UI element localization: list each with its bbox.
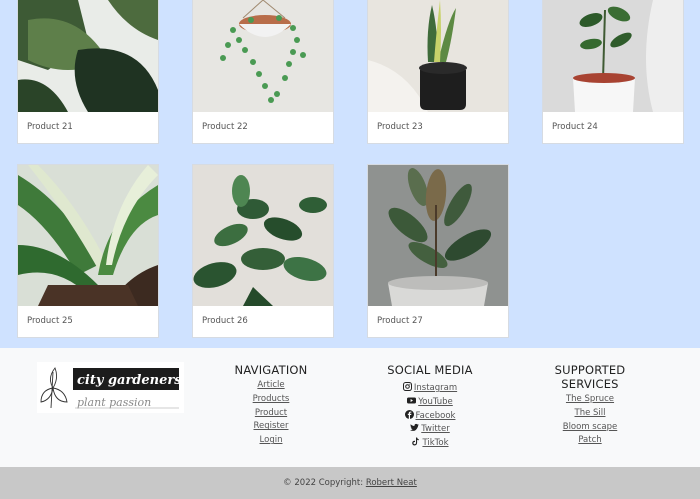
- brand-logo[interactable]: city gardeners plant passion: [37, 362, 184, 413]
- product-card[interactable]: Product 24: [542, 0, 684, 144]
- nav-link-register[interactable]: Register: [216, 420, 326, 434]
- facebook-icon: [404, 409, 414, 419]
- product-image-ficus[interactable]: [193, 165, 333, 306]
- logo-title: city gardeners: [77, 373, 182, 388]
- product-image-rubber-plant[interactable]: [368, 165, 508, 306]
- product-image-string-of-pearls[interactable]: [193, 0, 333, 112]
- product-label[interactable]: Product 26: [193, 306, 333, 337]
- twitter-icon: [410, 423, 420, 432]
- nav-link-product[interactable]: Product: [216, 407, 326, 421]
- service-link-bloomscape[interactable]: Bloom scape: [525, 421, 655, 435]
- product-card[interactable]: Product 27: [367, 164, 509, 338]
- navigation-column: NAVIGATION Article Products Product Regi…: [216, 363, 326, 448]
- copyright-bar: © 2022 Copyright: Robert Neat: [0, 467, 700, 499]
- social-link-facebook[interactable]: Facebook: [380, 409, 480, 424]
- product-label[interactable]: Product 21: [18, 112, 158, 143]
- youtube-icon: [407, 396, 417, 405]
- social-media-column: SOCIAL MEDIA Instagram YouTube Facebook …: [380, 363, 480, 451]
- nav-link-products[interactable]: Products: [216, 393, 326, 407]
- product-image-rubber-sapling[interactable]: [543, 0, 683, 112]
- product-card[interactable]: Product 21: [17, 0, 159, 144]
- author-link[interactable]: Robert Neat: [366, 478, 417, 488]
- twitter-label: Twitter: [421, 424, 450, 435]
- instagram-label: Instagram: [413, 383, 458, 393]
- social-media-heading: SOCIAL MEDIA: [387, 363, 473, 377]
- tiktok-label: TikTok: [422, 438, 449, 449]
- product-card[interactable]: Product 26: [192, 164, 334, 338]
- nav-link-article[interactable]: Article: [216, 379, 326, 393]
- nav-link-login[interactable]: Login: [216, 434, 326, 448]
- supported-services-heading: SUPPORTED SERVICES: [554, 363, 626, 391]
- facebook-label: Facebook: [415, 410, 456, 421]
- logo-tagline: plant passion: [77, 396, 151, 409]
- product-label[interactable]: Product 22: [193, 112, 333, 143]
- social-link-instagram[interactable]: Instagram: [380, 382, 480, 396]
- product-card[interactable]: Product 25: [17, 164, 159, 338]
- product-card[interactable]: Product 23: [367, 0, 509, 144]
- product-label[interactable]: Product 25: [18, 306, 158, 337]
- product-label[interactable]: Product 23: [368, 112, 508, 143]
- product-label[interactable]: Product 27: [368, 306, 508, 337]
- social-link-tiktok[interactable]: TikTok: [380, 437, 480, 451]
- service-link-the-spruce[interactable]: The Spruce: [525, 393, 655, 407]
- product-image-dracaena[interactable]: [18, 165, 158, 306]
- product-image-monstera[interactable]: [18, 0, 158, 112]
- youtube-label: YouTube: [418, 396, 453, 407]
- social-link-youtube[interactable]: YouTube: [380, 396, 480, 410]
- social-link-twitter[interactable]: Twitter: [380, 423, 480, 437]
- service-link-the-sill[interactable]: The Sill: [525, 407, 655, 421]
- product-image-snake-plant[interactable]: [368, 0, 508, 112]
- product-grid: Product 21 Product 22 Product 23 Product…: [0, 0, 700, 348]
- product-card[interactable]: Product 22: [192, 0, 334, 144]
- supported-services-column: SUPPORTED SERVICES The Spruce The Sill B…: [525, 363, 655, 448]
- instagram-icon: [402, 382, 412, 391]
- copyright-text: © 2022 Copyright:: [283, 478, 366, 488]
- tiktok-icon: [411, 437, 420, 446]
- footer: city gardeners plant passion NAVIGATION …: [0, 348, 700, 467]
- product-label[interactable]: Product 24: [543, 112, 683, 143]
- service-link-patch[interactable]: Patch: [525, 434, 655, 448]
- navigation-heading: NAVIGATION: [234, 363, 308, 377]
